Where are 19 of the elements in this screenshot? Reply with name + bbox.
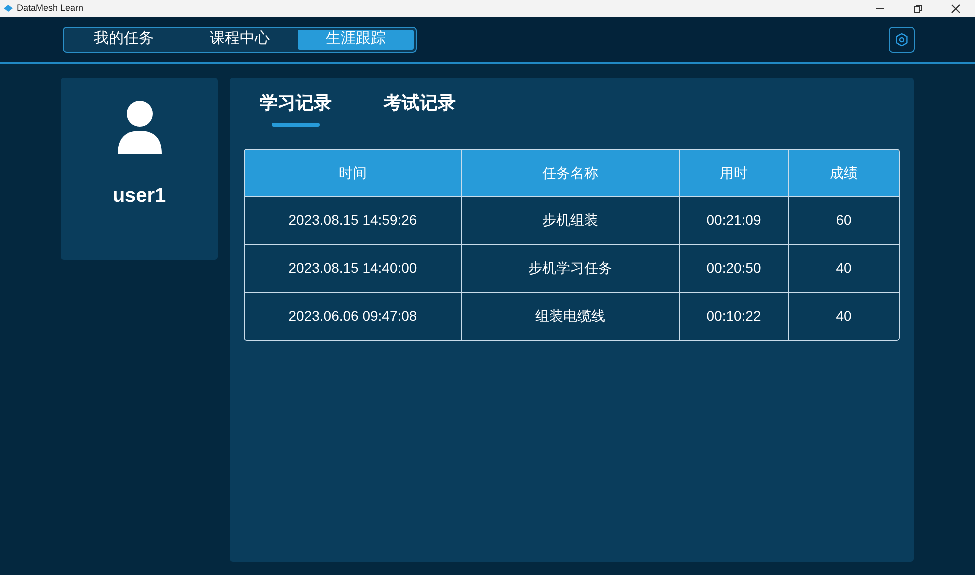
table-cell-text: 60	[835, 211, 853, 230]
record-tab[interactable]: 学习记录	[260, 90, 332, 137]
table-cell: 00:10:22	[680, 293, 789, 340]
record-tab[interactable]: 考试记录	[384, 90, 456, 137]
table-cell: 2023.06.06 09:47:08	[245, 293, 462, 340]
table-cell-text: 40	[835, 259, 853, 278]
user-avatar-icon	[116, 100, 164, 154]
window-title: DataMesh Learn	[17, 4, 84, 13]
nav-tab[interactable]: 我的任务	[66, 30, 182, 50]
table-cell-text: 40	[835, 307, 853, 326]
settings-button[interactable]	[889, 26, 915, 52]
column-header: 成绩	[829, 164, 859, 182]
app-logo-icon	[4, 5, 13, 12]
close-icon[interactable]	[951, 4, 961, 14]
table-cell: 组装电缆线	[462, 293, 680, 340]
settings-icon	[895, 32, 909, 46]
nav-tab[interactable]: 课程中心	[182, 30, 298, 50]
username: user1	[112, 184, 166, 209]
restore-icon[interactable]	[913, 4, 923, 14]
